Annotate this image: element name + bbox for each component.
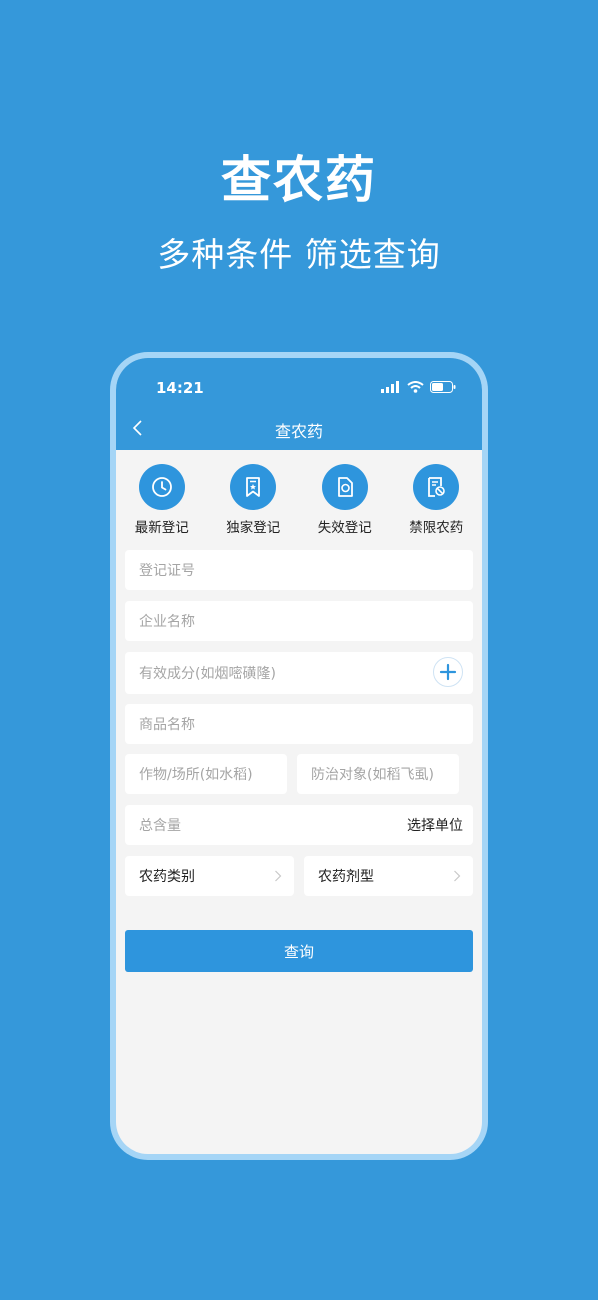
registration-no-input[interactable]: 登记证号 bbox=[125, 550, 473, 590]
formulation-label: 农药剂型 bbox=[318, 869, 374, 885]
quick-action-label: 独家登记 bbox=[226, 520, 281, 536]
status-icons bbox=[381, 380, 456, 394]
chevron-right-icon bbox=[275, 870, 282, 882]
document-invalid-icon bbox=[337, 477, 353, 497]
registration-no-placeholder: 登记证号 bbox=[139, 563, 195, 579]
query-button[interactable]: 查询 bbox=[125, 930, 473, 972]
wifi-icon bbox=[407, 381, 424, 393]
phone-mockup: 14:21 查农药 最新登记 独家登记 失效登记 禁限农药 登记证号 企业名称 … bbox=[110, 352, 488, 1160]
pesticide-category-select[interactable]: 农药类别 bbox=[125, 856, 294, 896]
ingredient-input[interactable]: 有效成分(如烟嘧磺隆) bbox=[125, 652, 473, 694]
page-title: 查农药 bbox=[274, 422, 323, 441]
total-content-placeholder: 总含量 bbox=[139, 818, 181, 834]
company-name-placeholder: 企业名称 bbox=[139, 614, 195, 630]
formulation-select[interactable]: 农药剂型 bbox=[304, 856, 473, 896]
bookmark-star-icon bbox=[246, 477, 261, 497]
quick-action-label: 最新登记 bbox=[134, 520, 189, 536]
quick-action-exclusive[interactable]: 独家登记 bbox=[208, 450, 300, 540]
status-time: 14:21 bbox=[156, 379, 204, 397]
quick-action-invalid[interactable]: 失效登记 bbox=[299, 450, 391, 540]
total-content-input[interactable]: 总含量 选择单位 bbox=[125, 805, 473, 845]
battery-icon bbox=[430, 381, 456, 393]
product-name-input[interactable]: 商品名称 bbox=[125, 704, 473, 744]
target-placeholder: 防治对象(如稻飞虱) bbox=[311, 767, 434, 783]
document-ban-icon bbox=[428, 477, 446, 497]
promo-subtitle: 多种条件 筛选查询 bbox=[157, 235, 441, 274]
pesticide-category-label: 农药类别 bbox=[139, 869, 195, 885]
quick-action-latest[interactable]: 最新登记 bbox=[116, 450, 208, 540]
quick-actions: 最新登记 独家登记 失效登记 禁限农药 bbox=[116, 450, 482, 540]
company-name-input[interactable]: 企业名称 bbox=[125, 601, 473, 641]
unit-select[interactable]: 选择单位 bbox=[407, 805, 463, 845]
clock-icon bbox=[151, 477, 172, 497]
product-name-placeholder: 商品名称 bbox=[139, 717, 195, 733]
plus-icon bbox=[439, 663, 457, 681]
quick-action-label: 禁限农药 bbox=[409, 520, 464, 536]
phone-screen: 14:21 查农药 最新登记 独家登记 失效登记 禁限农药 登记证号 企业名称 … bbox=[116, 358, 482, 1154]
chevron-right-icon bbox=[454, 870, 461, 882]
crop-input[interactable]: 作物/场所(如水稻) bbox=[125, 754, 287, 794]
quick-action-banned[interactable]: 禁限农药 bbox=[391, 450, 483, 540]
quick-action-label: 失效登记 bbox=[317, 520, 372, 536]
app-header: 14:21 查农药 bbox=[116, 358, 482, 450]
promo-title: 查农药 bbox=[221, 151, 377, 209]
ingredient-placeholder: 有效成分(如烟嘧磺隆) bbox=[139, 666, 276, 682]
crop-placeholder: 作物/场所(如水稻) bbox=[139, 767, 253, 783]
target-input[interactable]: 防治对象(如稻飞虱) bbox=[297, 754, 459, 794]
add-ingredient-button[interactable] bbox=[433, 657, 463, 687]
signal-icon bbox=[381, 381, 399, 393]
